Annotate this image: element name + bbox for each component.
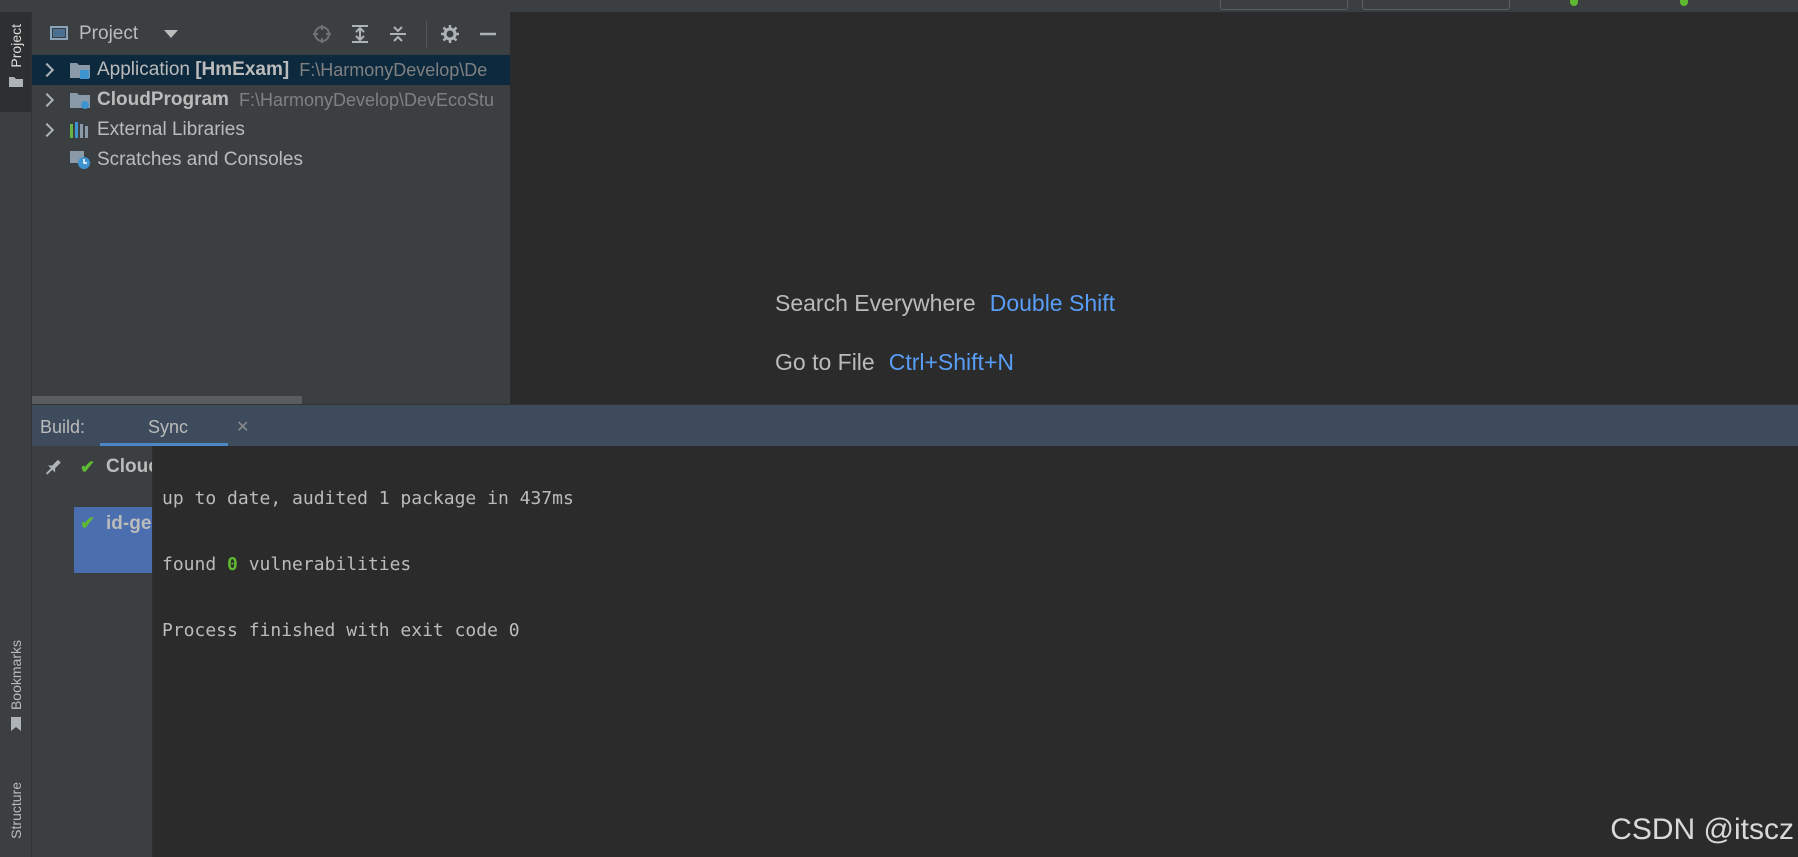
header-divider	[426, 20, 427, 48]
horizontal-scrollbar[interactable]	[32, 394, 510, 404]
tab-sync[interactable]: Sync ✕	[100, 405, 249, 446]
tree-item-scratches[interactable]: Scratches and Consoles	[32, 145, 510, 175]
libraries-icon	[69, 120, 91, 140]
locate-icon[interactable]	[310, 22, 334, 46]
module-folder-icon	[69, 60, 91, 80]
bookmarks-tool-tab-label: Bookmarks	[7, 640, 24, 711]
hint-shortcut[interactable]: Double Shift	[990, 290, 1115, 316]
tree-item-module-name: [HmExam]	[195, 59, 290, 80]
vulnerability-count: 0	[227, 554, 238, 575]
console-text: vulnerabilities	[237, 554, 412, 575]
project-tool-tab[interactable]: Project	[0, 12, 31, 112]
tree-item-application[interactable]: Application [HmExam] F:\HarmonyDevelop\D…	[32, 55, 510, 85]
build-label: Build:	[40, 417, 86, 437]
console-line: Process finished with exit code 0	[162, 620, 520, 641]
chevron-down-icon[interactable]	[164, 30, 178, 38]
hint-shortcut[interactable]: Ctrl+Shift+N	[889, 349, 1014, 375]
hint-label: Go to File	[775, 349, 875, 375]
go-to-file-hint: Go to File Ctrl+Shift+N	[775, 349, 1014, 376]
console-text: found	[162, 554, 228, 575]
project-panel-title[interactable]: Project	[79, 23, 138, 45]
console-line: up to date, audited 1 package in 437ms	[162, 488, 574, 509]
build-tree-item-label: id-ge	[106, 513, 152, 534]
project-tool-tab-label: Project	[7, 24, 24, 68]
structure-tool-tab-label: Structure	[7, 782, 24, 839]
device-selector[interactable]	[1362, 0, 1510, 10]
project-panel-header: Project	[32, 12, 510, 55]
minimize-icon[interactable]	[476, 22, 500, 46]
search-everywhere-hint: Search Everywhere Double Shift	[775, 290, 1115, 317]
close-icon[interactable]: ✕	[236, 417, 249, 437]
build-tree-item[interactable]: ✔ Clouc	[74, 452, 152, 482]
tree-item-label: Scratches and Consoles	[97, 149, 303, 170]
scrollbar-thumb[interactable]	[32, 396, 302, 404]
build-console-output[interactable]: up to date, audited 1 package in 437ms f…	[153, 446, 1798, 857]
tree-item-path: F:\HarmonyDevelop\DevEcoStu	[238, 89, 495, 110]
project-panel: Project Application [HmExam] F:\HarmonyD…	[32, 12, 511, 404]
tree-item-label: External Libraries	[97, 119, 245, 140]
run-icon[interactable]	[1570, 0, 1578, 6]
cloud-folder-icon	[69, 90, 91, 110]
folder-icon	[8, 76, 23, 87]
expand-all-icon[interactable]	[348, 22, 372, 46]
tree-item-cloudprogram[interactable]: CloudProgram F:\HarmonyDevelop\DevEcoStu	[32, 85, 510, 115]
pin-icon[interactable]	[37, 453, 68, 484]
bookmarks-tool-tab[interactable]: Bookmarks	[0, 640, 31, 770]
collapse-all-icon[interactable]	[386, 22, 410, 46]
chevron-right-icon[interactable]	[39, 62, 55, 78]
tree-item-path: F:\HarmonyDevelop\De	[299, 59, 488, 80]
scratches-icon	[69, 150, 91, 170]
bookmark-icon	[10, 717, 21, 732]
chevron-right-icon[interactable]	[39, 92, 55, 108]
check-icon: ✔	[80, 456, 96, 477]
project-view-icon	[50, 26, 68, 40]
build-tool-window-header: Build: Sync ✕	[32, 404, 1798, 446]
build-tree-item-label: Clouc	[106, 456, 152, 477]
check-icon: ✔	[80, 513, 96, 533]
build-tree: ✔ Clouc ✔ id-ge	[74, 446, 152, 857]
gear-icon[interactable]	[438, 22, 462, 46]
build-tree-item[interactable]: ✔ id-ge	[74, 507, 152, 573]
tree-item-label: Application	[97, 59, 190, 80]
left-tool-strip: Project Bookmarks Structure	[0, 12, 32, 857]
console-line: found 0 vulnerabilities	[162, 554, 411, 575]
debug-icon[interactable]	[1680, 0, 1688, 6]
chevron-right-icon[interactable]	[39, 122, 55, 138]
tab-sync-label: Sync	[148, 417, 189, 437]
hint-label: Search Everywhere	[775, 290, 976, 316]
watermark: CSDN @itscz	[1610, 813, 1794, 846]
run-config-selector[interactable]	[1220, 0, 1348, 10]
tree-item-label: CloudProgram	[97, 89, 229, 110]
tree-item-external-libraries[interactable]: External Libraries	[32, 115, 510, 145]
structure-tool-tab[interactable]: Structure	[0, 782, 31, 857]
build-toolbar-gutter	[32, 446, 75, 857]
